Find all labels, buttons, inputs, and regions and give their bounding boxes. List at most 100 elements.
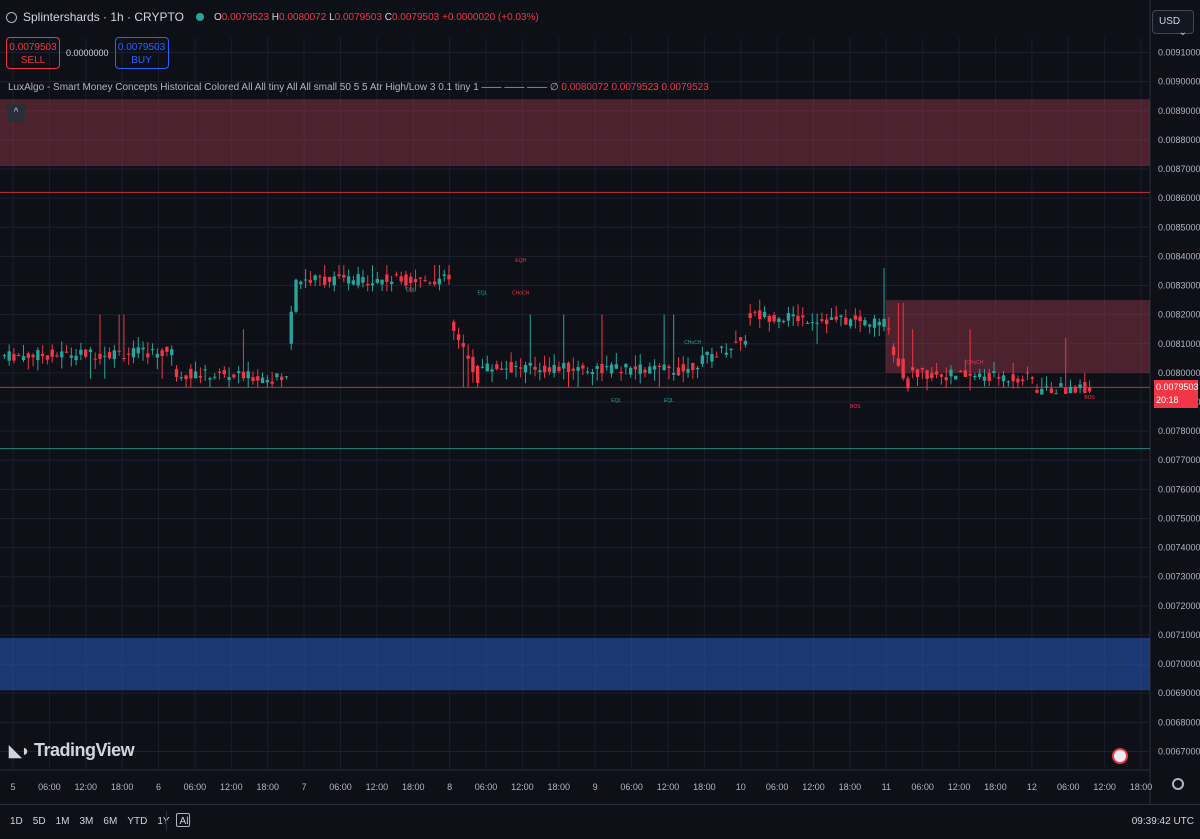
calendar-icon[interactable]: [176, 813, 190, 827]
x-tick-label: 12:00: [511, 782, 534, 792]
candle-body: [954, 375, 958, 380]
candle-body: [882, 318, 886, 327]
candle-body: [863, 320, 867, 326]
candle-body: [356, 274, 360, 286]
candle-body: [585, 371, 590, 373]
candle-body: [50, 349, 54, 357]
candle-body: [21, 356, 26, 360]
x-tick-label: 06:00: [38, 782, 61, 792]
candle-body: [657, 365, 662, 367]
candle-body: [337, 274, 341, 277]
x-tick-label: 06:00: [1057, 782, 1080, 792]
candle-body: [112, 350, 117, 360]
candle-body: [700, 355, 705, 364]
candle-body: [342, 274, 346, 278]
symbol-info-icon[interactable]: [6, 11, 17, 23]
candle-body: [370, 283, 375, 286]
candle-body: [762, 311, 767, 318]
candle-body: [930, 372, 934, 379]
candle-body: [562, 363, 566, 369]
candle-body: [299, 281, 303, 285]
candle-body: [667, 366, 671, 369]
x-tick-label: 18:00: [548, 782, 571, 792]
range-3m[interactable]: 3M: [80, 816, 94, 827]
trade-panel: 0.0079503 SELL 0.0000000 0.0079503 BUY: [6, 37, 169, 69]
candle-body: [801, 315, 805, 318]
candle-body: [1006, 381, 1011, 383]
candle-body: [294, 279, 298, 312]
candle-body: [987, 372, 991, 381]
tradingview-logo-icon: ◣◗: [9, 742, 30, 760]
candle-body: [1021, 379, 1025, 382]
symbol-title[interactable]: Splintershards · 1h · CRYPTO: [23, 10, 184, 24]
candle-body: [896, 358, 901, 366]
chevron-up-icon[interactable]: ^: [7, 104, 25, 122]
y-tick-label: 0.0083000: [1158, 281, 1200, 291]
candle-body: [557, 366, 561, 372]
candle-body: [609, 364, 614, 374]
range-1y[interactable]: 1Y: [157, 816, 169, 827]
range-5d[interactable]: 5D: [33, 816, 46, 827]
candle-body: [767, 316, 771, 322]
x-tick-label: 06:00: [911, 782, 934, 792]
candle-body: [786, 313, 791, 321]
candle-body: [375, 278, 379, 283]
y-tick-label: 0.0075000: [1158, 513, 1200, 523]
candle-body: [528, 362, 532, 366]
candle-body: [260, 377, 265, 384]
structure-label: EQL: [406, 287, 416, 293]
candle-body: [652, 365, 657, 370]
candle-body: [36, 350, 40, 361]
x-tick-label: 12:00: [1093, 782, 1116, 792]
candle-body: [514, 365, 518, 367]
price-chart[interactable]: 0.0091000 0.0090000 0.0089000 0.0088000 0.00…: [0, 0, 1200, 838]
indicator-legend[interactable]: LuxAlgo - Smart Money Concepts Historica…: [8, 82, 709, 93]
demand-zone: [0, 637, 1150, 691]
candle-body: [815, 322, 819, 324]
candle-body: [805, 322, 810, 324]
candle-body: [839, 315, 843, 317]
candle-body: [1011, 374, 1015, 382]
range-6m[interactable]: 6M: [103, 816, 117, 827]
x-tick-label: 8: [447, 782, 452, 792]
candle-body: [98, 353, 102, 359]
range-1m[interactable]: 1M: [56, 816, 70, 827]
candle-body: [982, 376, 987, 381]
tradingview-logo[interactable]: ◣◗ TradingView: [9, 740, 135, 761]
candle-body: [848, 319, 853, 327]
range-ytd[interactable]: YTD: [127, 816, 147, 827]
ohlc-values: O0.0079523 H0.0080072 L0.0079503 C0.0079…: [213, 11, 539, 23]
range-1d[interactable]: 1D: [10, 816, 23, 827]
candle-body: [638, 364, 642, 374]
candle-body: [710, 353, 714, 362]
candle-body: [777, 318, 781, 322]
candle-body: [428, 282, 432, 284]
x-tick-label: 12:00: [366, 782, 389, 792]
candle-body: [1073, 386, 1077, 393]
y-tick-label: 0.0085000: [1158, 222, 1200, 232]
candle-body: [31, 354, 35, 358]
candle-body: [542, 365, 547, 373]
candle-body: [997, 377, 1001, 379]
settings-gear-icon[interactable]: [1172, 778, 1184, 790]
y-tick-label: 0.0088000: [1158, 135, 1200, 145]
flag-icon[interactable]: [1112, 748, 1128, 764]
currency-selector[interactable]: USD ⌄: [1152, 10, 1194, 38]
candle-body: [385, 274, 389, 282]
sell-button[interactable]: 0.0079503 SELL: [6, 37, 60, 69]
candle-body: [432, 281, 437, 285]
utc-clock[interactable]: 09:39:42 UTC: [1132, 816, 1194, 827]
chart-area[interactable]: 0.0091000 0.0090000 0.0089000 0.0088000 0.00…: [0, 0, 1200, 838]
candle-body: [868, 324, 872, 327]
candle-body: [442, 274, 446, 276]
candle-body: [576, 367, 580, 371]
structure-label: CHoCH: [684, 340, 702, 346]
candle-body: [389, 281, 394, 285]
candle-body: [834, 316, 838, 320]
structure-label: BOS: [1084, 395, 1095, 401]
candle-body: [480, 366, 485, 368]
candle-body: [595, 366, 599, 369]
candle-body: [83, 349, 88, 357]
buy-button[interactable]: 0.0079503 BUY: [114, 37, 169, 69]
candle-body: [40, 353, 45, 357]
